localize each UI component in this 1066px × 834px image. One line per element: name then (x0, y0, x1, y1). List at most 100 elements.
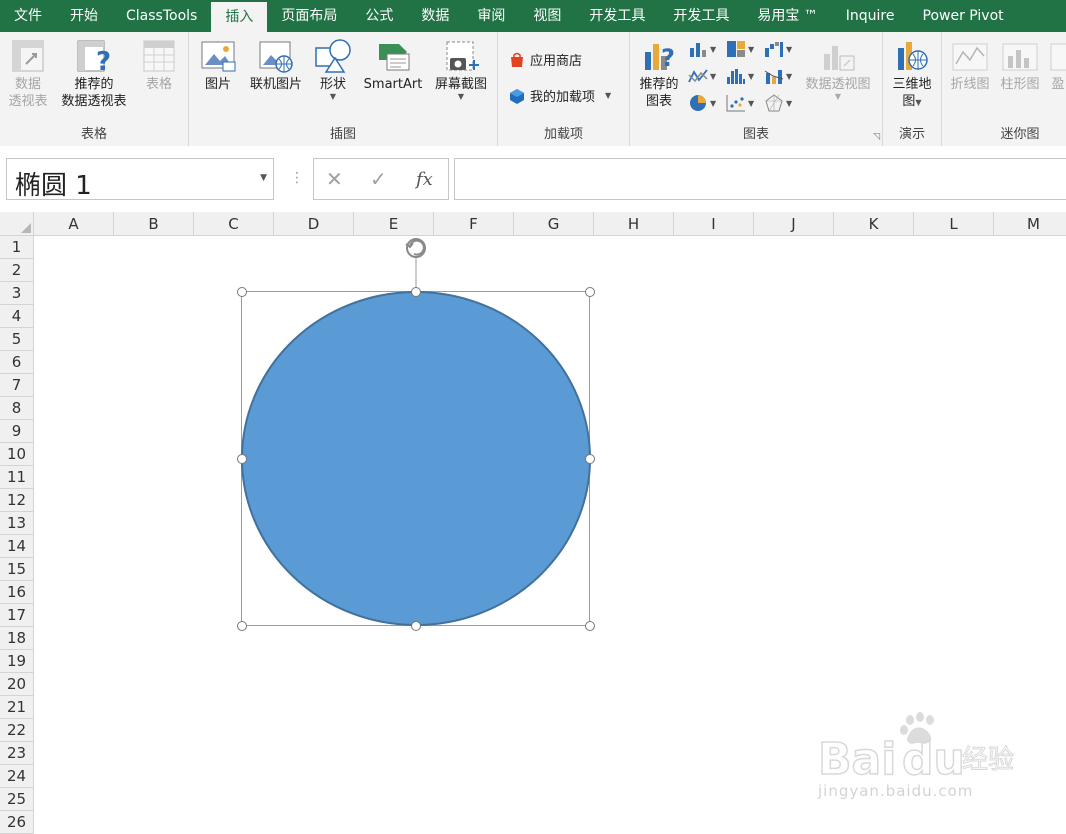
my-addins-button[interactable]: 我的加载项 ▼ (508, 86, 611, 105)
row-header-17[interactable]: 17 (0, 604, 34, 627)
enter-icon[interactable]: ✓ (370, 167, 387, 191)
row-header-26[interactable]: 26 (0, 811, 34, 834)
online-pictures-button[interactable]: 联机图片 (243, 38, 309, 93)
resize-handle-top-left[interactable] (236, 286, 247, 297)
column-header-m[interactable]: M (994, 212, 1066, 236)
column-header-j[interactable]: J (754, 212, 834, 236)
cancel-icon[interactable]: ✕ (326, 167, 343, 191)
sparkline-line-button[interactable]: 折线图 (946, 38, 994, 93)
sparkline-column-button[interactable]: 柱形图 (996, 38, 1044, 93)
statistic-chart-button[interactable]: ▼ (726, 67, 754, 85)
row-header-19[interactable]: 19 (0, 650, 34, 673)
column-chart-button[interactable]: ▼ (688, 40, 716, 58)
tab-data[interactable]: 数据 (407, 0, 463, 32)
column-header-i[interactable]: I (674, 212, 754, 236)
tab-home[interactable]: 开始 (56, 0, 112, 32)
pivot-table-button[interactable]: 数据 透视表 (4, 38, 52, 110)
row-header-23[interactable]: 23 (0, 742, 34, 765)
column-header-k[interactable]: K (834, 212, 914, 236)
row-header-14[interactable]: 14 (0, 535, 34, 558)
formula-input[interactable] (454, 158, 1066, 200)
radar-chart-button[interactable]: ▼ (764, 94, 792, 112)
resize-handle-left[interactable] (236, 453, 247, 464)
tab-power-pivot[interactable]: Power Pivot (909, 0, 1018, 32)
scatter-chart-button[interactable]: ▼ (726, 94, 754, 112)
pictures-button[interactable]: 图片 (197, 38, 239, 93)
tab-developer-2[interactable]: 开发工具 (659, 0, 743, 32)
tab-page-layout[interactable]: 页面布局 (267, 0, 351, 32)
sparkline-winloss-icon (1050, 43, 1066, 71)
pivot-chart-button[interactable]: 数据透视图 ▼ (798, 38, 878, 101)
screenshot-icon (446, 41, 479, 71)
tab-easy-tools[interactable]: 易用宝 ™ (743, 0, 831, 32)
pie-chart-button[interactable]: ▼ (688, 94, 716, 112)
recommended-pivot-button[interactable]: ? 推荐的 数据透视表 (54, 38, 134, 110)
waterfall-chart-icon (765, 42, 783, 57)
rotate-handle-icon[interactable] (405, 238, 426, 258)
column-chart-dropdown-icon: ▼ (710, 44, 717, 54)
resize-handle-bottom-right[interactable] (584, 620, 595, 631)
row-header-24[interactable]: 24 (0, 765, 34, 788)
row-header-4[interactable]: 4 (0, 305, 34, 328)
hierarchy-chart-button[interactable]: ▼ (726, 40, 754, 58)
row-header-18[interactable]: 18 (0, 627, 34, 650)
resize-handle-bottom-left[interactable] (236, 620, 247, 631)
resize-handle-bottom[interactable] (411, 620, 421, 631)
tab-view[interactable]: 视图 (519, 0, 575, 32)
row-header-2[interactable]: 2 (0, 259, 34, 282)
row-header-16[interactable]: 16 (0, 581, 34, 604)
combo-chart-button[interactable]: ▼ (764, 67, 792, 85)
tab-inquire[interactable]: Inquire (832, 0, 909, 32)
screenshot-button[interactable]: 屏幕截图 ▼ (429, 38, 493, 101)
row-header-20[interactable]: 20 (0, 673, 34, 696)
name-box[interactable]: 椭圆 1 ▼ (6, 158, 274, 201)
tab-formulas[interactable]: 公式 (351, 0, 407, 32)
ribbon: 数据 透视表 ? 推荐的 数据透视表 表格 表格 图片 联机图片 形状 ▼ Sm… (0, 32, 1066, 147)
formula-bar-splitter-icon[interactable]: ⋮ (290, 170, 304, 186)
recommended-charts-button[interactable]: ? 推荐的 图表 (634, 38, 684, 110)
radar-chart-icon (765, 94, 783, 112)
row-header-3[interactable]: 3 (0, 282, 34, 305)
column-header-l[interactable]: L (914, 212, 994, 236)
row-header-12[interactable]: 12 (0, 489, 34, 512)
row-header-1[interactable]: 1 (0, 236, 34, 259)
name-box-dropdown-icon[interactable]: ▼ (260, 173, 267, 183)
shapes-button[interactable]: 形状 ▼ (311, 38, 355, 101)
row-header-15[interactable]: 15 (0, 558, 34, 581)
row-header-22[interactable]: 22 (0, 719, 34, 742)
select-all-button[interactable] (0, 212, 34, 236)
resize-handle-top-right[interactable] (584, 286, 595, 297)
row-header-21[interactable]: 21 (0, 696, 34, 719)
row-header-13[interactable]: 13 (0, 512, 34, 535)
charts-dialog-launcher-icon[interactable]: ◹ (873, 132, 880, 142)
store-button[interactable]: 应用商店 (508, 50, 582, 69)
row-header-9[interactable]: 9 (0, 420, 34, 443)
table-button[interactable]: 表格 (136, 38, 182, 93)
row-header-11[interactable]: 11 (0, 466, 34, 489)
tab-insert[interactable]: 插入 (211, 2, 268, 32)
ellipse-shape[interactable] (241, 291, 591, 626)
row-header-8[interactable]: 8 (0, 397, 34, 420)
smartart-button[interactable]: SmartArt (357, 38, 429, 93)
row-header-25[interactable]: 25 (0, 788, 34, 811)
resize-handle-right[interactable] (584, 453, 595, 464)
row-header-5[interactable]: 5 (0, 328, 34, 351)
3d-map-button[interactable]: 三维地 图▼ (887, 38, 937, 111)
sparkline-winloss-button[interactable]: 盈 (1048, 38, 1066, 93)
row-header-7[interactable]: 7 (0, 374, 34, 397)
shapes-icon (315, 39, 351, 73)
row-header-6[interactable]: 6 (0, 351, 34, 374)
column-header-a[interactable]: A (34, 212, 114, 236)
resize-handle-top[interactable] (411, 286, 421, 297)
name-box-value: 椭圆 1 (15, 171, 92, 201)
hierarchy-chart-icon (727, 41, 745, 57)
tab-review[interactable]: 审阅 (463, 0, 519, 32)
tab-developer[interactable]: 开发工具 (575, 0, 659, 32)
tab-classtools[interactable]: ClassTools (112, 0, 211, 32)
line-chart-button[interactable]: ▼ (688, 67, 716, 85)
insert-function-icon[interactable]: fx (416, 169, 433, 190)
waterfall-chart-button[interactable]: ▼ (764, 40, 792, 58)
column-header-b[interactable]: B (114, 212, 194, 236)
row-header-10[interactable]: 10 (0, 443, 34, 466)
tab-file[interactable]: 文件 (0, 0, 56, 32)
